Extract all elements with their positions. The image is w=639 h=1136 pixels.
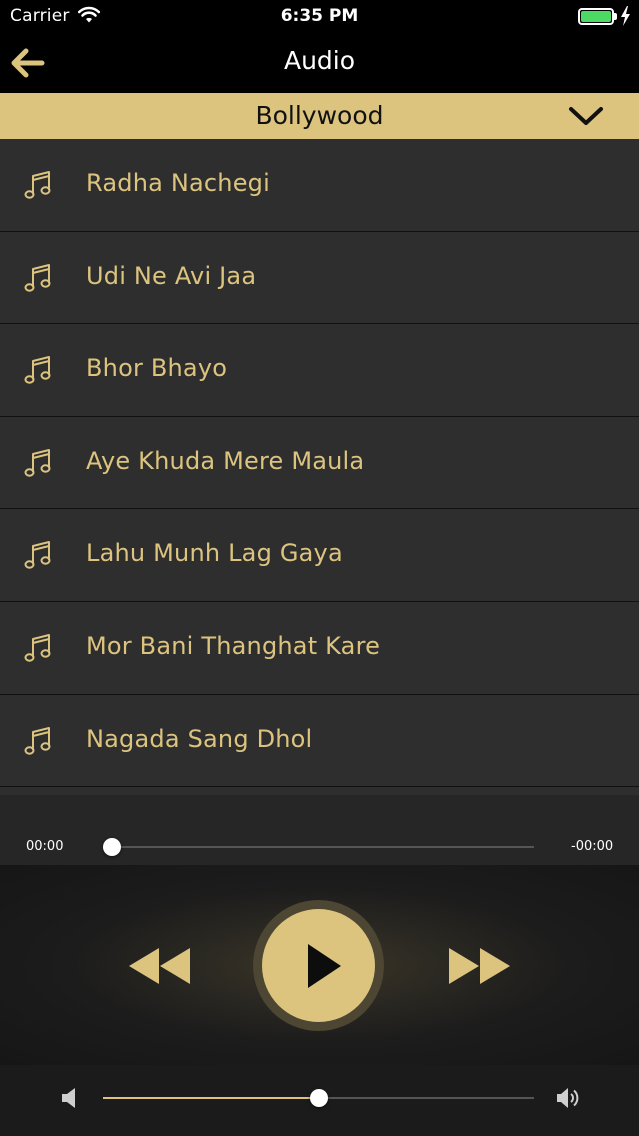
fast-forward-button[interactable] — [447, 945, 513, 987]
track-row[interactable]: Radha Nachegi — [0, 139, 639, 232]
audio-player: 00:00 -00:00 — [0, 795, 639, 1136]
track-title: Nagada Sang Dhol — [86, 724, 313, 753]
charging-bolt-icon — [621, 6, 630, 26]
status-bar: Carrier 6:35 PM — [0, 0, 639, 34]
track-title: Aye Khuda Mere Maula — [86, 446, 365, 475]
status-time: 6:35 PM — [280, 6, 359, 26]
volume-fill — [103, 1097, 319, 1099]
battery-icon — [578, 8, 614, 25]
track-row[interactable]: Mor Bani Thanghat Kare — [0, 601, 639, 695]
track-row[interactable]: Udi Ne Avi Jaa — [0, 231, 639, 325]
fast-forward-icon — [449, 948, 510, 984]
track-title: Udi Ne Avi Jaa — [86, 261, 257, 290]
music-note-icon — [24, 263, 51, 292]
track-title: Radha Nachegi — [86, 169, 270, 197]
track-title: Bhor Bhayo — [86, 354, 228, 383]
music-note-icon — [24, 726, 51, 755]
nav-bar: Audio — [0, 34, 639, 92]
volume-low-icon — [62, 1088, 75, 1108]
track-list[interactable]: Radha Nachegi Udi Ne Avi Jaa Bhor Bhayo Aye… — [0, 139, 639, 795]
chevron-down-icon — [569, 107, 603, 125]
remaining-time: -00:00 — [571, 839, 614, 854]
track-row[interactable]: Bhor Bhayo — [0, 324, 639, 417]
elapsed-time: 00:00 — [26, 839, 64, 854]
track-row[interactable]: Nagada Sang Dhol — [0, 694, 639, 788]
music-note-icon — [24, 541, 51, 570]
track-title: Lahu Munh Lag Gaya — [86, 539, 343, 568]
volume-row — [0, 1065, 639, 1136]
volume-slider[interactable] — [103, 1089, 534, 1107]
volume-slider-knob[interactable] — [309, 1089, 328, 1107]
music-note-icon — [24, 448, 51, 477]
battery-fill — [581, 11, 611, 22]
play-icon — [308, 944, 341, 988]
category-selected-label: Bollywood — [255, 101, 384, 130]
track-row[interactable]: Aye Khuda Mere Maula — [0, 416, 639, 510]
music-note-icon — [24, 171, 51, 199]
category-dropdown[interactable]: Bollywood — [0, 93, 639, 139]
battery-tip — [614, 13, 617, 20]
music-note-icon — [24, 633, 51, 662]
play-button[interactable] — [262, 909, 375, 1022]
track-title: Mor Bani Thanghat Kare — [86, 631, 381, 660]
rewind-icon — [129, 948, 190, 984]
rewind-button[interactable] — [126, 945, 192, 987]
progress-slider[interactable] — [102, 838, 534, 856]
playback-controls — [0, 865, 639, 1065]
volume-high-icon — [557, 1088, 579, 1108]
page-title: Audio — [283, 46, 356, 75]
track-row[interactable]: Lahu Munh Lag Gaya — [0, 509, 639, 602]
progress-slider-knob[interactable] — [102, 838, 121, 856]
progress-panel: 00:00 -00:00 — [0, 795, 639, 865]
music-note-icon — [24, 356, 51, 384]
